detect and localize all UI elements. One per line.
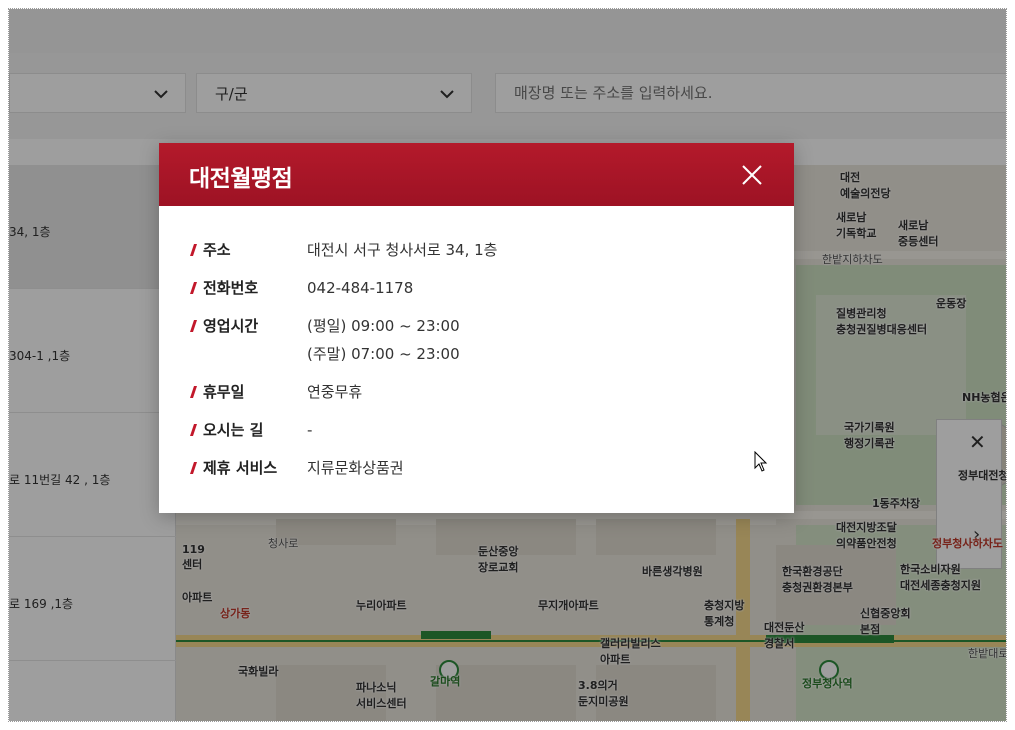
slash-mark-icon xyxy=(190,462,197,474)
info-label: 휴무일 xyxy=(203,383,245,401)
info-label: 영업시간 xyxy=(203,317,259,335)
info-label: 오시는 길 xyxy=(203,421,264,439)
store-detail-modal: 대전월평점 주소 대전시 서구 청사서로 34, 1층 전화번호 042-484… xyxy=(159,143,794,513)
info-value: 지류문화상품권 xyxy=(307,459,404,477)
info-value: 042-484-1178 xyxy=(307,279,414,297)
info-row-hours: 영업시간 (평일) 09:00 ~ 23:00 (주말) 07:00 ~ 23:… xyxy=(189,315,460,363)
slash-mark-icon xyxy=(190,320,197,332)
slash-mark-icon xyxy=(190,386,197,398)
info-value: - xyxy=(307,421,313,439)
info-label: 전화번호 xyxy=(203,279,259,297)
info-row-partner-service: 제휴 서비스 지류문화상품권 xyxy=(189,457,404,479)
info-value: 연중무휴 xyxy=(307,383,363,401)
modal-header: 대전월평점 xyxy=(159,143,794,206)
close-icon[interactable] xyxy=(738,161,766,189)
info-row-holiday: 휴무일 연중무휴 xyxy=(189,381,362,403)
slash-mark-icon xyxy=(190,424,197,436)
info-label: 주소 xyxy=(203,241,231,259)
info-label: 제휴 서비스 xyxy=(203,459,278,477)
modal-body: 주소 대전시 서구 청사서로 34, 1층 전화번호 042-484-1178 … xyxy=(159,206,794,513)
cursor-icon xyxy=(754,451,768,472)
browser-viewport: 구/군 34, 1층 304-1 ,1층 로 11번길 42 , 1층 로 16… xyxy=(8,8,1007,722)
info-row-directions: 오시는 길 - xyxy=(189,419,312,441)
info-row-address: 주소 대전시 서구 청사서로 34, 1층 xyxy=(189,239,497,261)
info-value: 대전시 서구 청사서로 34, 1층 xyxy=(307,241,498,259)
slash-mark-icon xyxy=(190,282,197,294)
info-row-phone: 전화번호 042-484-1178 xyxy=(189,277,413,299)
modal-title: 대전월평점 xyxy=(189,166,293,192)
info-value: (평일) 09:00 ~ 23:00 (주말) 07:00 ~ 23:00 xyxy=(307,317,460,363)
slash-mark-icon xyxy=(190,244,197,256)
